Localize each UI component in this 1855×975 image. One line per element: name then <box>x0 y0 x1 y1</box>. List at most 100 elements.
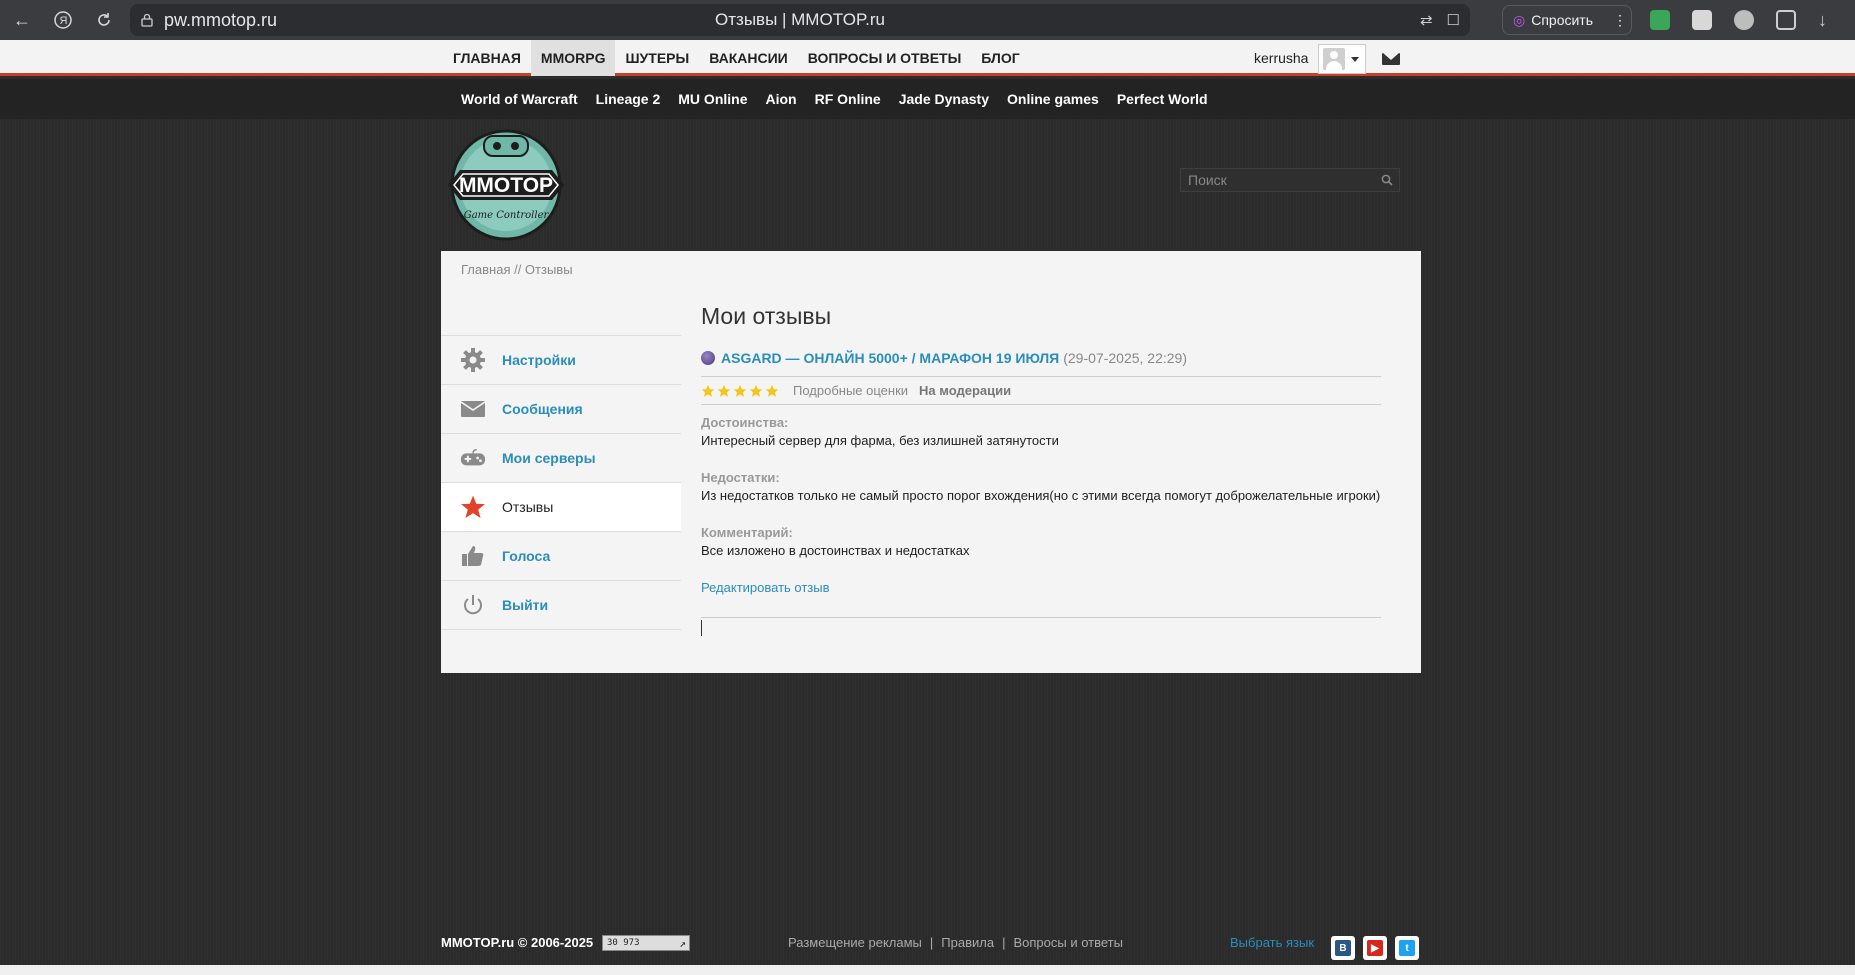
language-selector[interactable]: Выбрать язык <box>1230 935 1314 950</box>
star-icon <box>765 384 779 397</box>
edit-review-link[interactable]: Редактировать отзыв <box>701 580 1381 595</box>
nav-shooters[interactable]: ШУТЕРЫ <box>615 40 699 76</box>
address-bar[interactable]: pw.mmotop.ru Отзывы | MMOTOP.ru ⇄ ☐ <box>130 4 1470 36</box>
rating-row: Подробные оценки На модерации <box>701 377 1381 405</box>
comment-label: Комментарий: <box>701 525 793 540</box>
extensions-icon[interactable] <box>1776 10 1796 30</box>
gamepad-icon <box>460 445 486 471</box>
bottom-strip <box>0 965 1855 975</box>
sidebar-item-label: Отзывы <box>502 499 554 515</box>
game-link-mu-online[interactable]: MU Online <box>669 79 756 119</box>
site-top-nav: ГЛАВНАЯ MMORPG ШУТЕРЫ ВАКАНСИИ ВОПРОСЫ И… <box>0 40 1855 76</box>
browser-toolbar: ← Я pw.mmotop.ru Отзывы | MMOTOP.ru ⇄ ☐ … <box>0 0 1855 40</box>
counter-value: 30 973 <box>607 938 640 948</box>
game-link-aion[interactable]: Aion <box>757 79 806 119</box>
server-icon <box>701 351 715 365</box>
power-icon <box>460 592 486 618</box>
logo-subtext: Game Controller <box>464 210 550 221</box>
url-text: pw.mmotop.ru <box>164 9 278 30</box>
divider <box>701 617 1381 618</box>
lock-icon <box>141 13 153 27</box>
back-button[interactable]: ← <box>0 0 44 40</box>
cons-label: Недостатки: <box>701 470 780 485</box>
pros-text: Интересный сервер для фарма, без излишне… <box>701 433 1059 448</box>
envelope-icon <box>460 396 486 422</box>
reload-button[interactable] <box>82 0 126 40</box>
game-link-wow[interactable]: World of Warcraft <box>452 79 587 119</box>
username[interactable]: kerrusha <box>1254 50 1308 66</box>
comment-text: Все изложено в достоинствах и недостатка… <box>701 543 970 558</box>
server-link[interactable]: ASGARD — ОНЛАЙН 5000+ / МАРАФОН 19 ИЮЛЯ <box>721 350 1059 366</box>
footer-link-ads[interactable]: Размещение рекламы <box>788 935 922 950</box>
translate-icon[interactable]: ⇄ <box>1420 11 1433 29</box>
sidebar-item-reviews[interactable]: Отзывы <box>441 483 681 532</box>
shield-extension-icon[interactable] <box>1650 10 1670 30</box>
sidebar-item-label: Настройки <box>502 352 576 368</box>
star-icon <box>749 384 763 397</box>
more-icon[interactable]: ⋮ <box>1613 12 1627 29</box>
nav-mmorpg[interactable]: MMORPG <box>530 40 616 76</box>
game-link-online-games[interactable]: Online games <box>998 79 1108 119</box>
thumbs-up-icon <box>460 543 486 569</box>
avatar <box>1323 48 1345 70</box>
twitter-button[interactable]: t <box>1395 936 1419 960</box>
download-icon[interactable]: ↓ <box>1818 10 1827 31</box>
footer-link-rules[interactable]: Правила <box>941 935 994 950</box>
star-icon <box>733 384 747 397</box>
detailed-ratings-link[interactable]: Подробные оценки <box>793 383 908 398</box>
search-input[interactable] <box>1181 172 1371 188</box>
game-link-lineage2[interactable]: Lineage 2 <box>587 79 670 119</box>
ask-ai-label: Спросить <box>1531 12 1594 28</box>
ask-ai-button[interactable]: ◎ Спросить ⋮ <box>1502 5 1632 35</box>
star-icon <box>460 494 486 520</box>
sidebar-item-my-servers[interactable]: Мои серверы <box>441 434 681 483</box>
chevron-down-icon <box>1351 56 1359 62</box>
nav-blog[interactable]: БЛОГ <box>971 40 1029 76</box>
star-icon <box>701 384 715 397</box>
logo-text: MMOTOP <box>459 174 553 197</box>
arrow-icon: ↗ <box>679 937 686 950</box>
sidebar-item-label: Голоса <box>502 548 551 564</box>
search-box <box>1180 168 1400 192</box>
game-link-perfect-world[interactable]: Perfect World <box>1108 79 1217 119</box>
page-tab-title: Отзывы | MMOTOP.ru <box>715 10 885 29</box>
bookmark-icon[interactable]: ☐ <box>1447 11 1460 29</box>
footer-links: Размещение рекламы | Правила | Вопросы и… <box>788 935 1123 950</box>
search-icon[interactable] <box>1381 174 1393 186</box>
site-logo[interactable]: MMOTOP Game Controller <box>442 128 570 242</box>
vk-button[interactable]: В <box>1331 936 1355 960</box>
ai-sparkle-icon: ◎ <box>1513 11 1526 28</box>
sidebar-item-settings[interactable]: Настройки <box>441 336 681 385</box>
sidebar-item-messages[interactable]: Сообщения <box>441 385 681 434</box>
review-date: (29-07-2025, 22:29) <box>1063 350 1187 366</box>
star-icon <box>717 384 731 397</box>
youtube-icon: ▶ <box>1367 940 1383 956</box>
vk-icon: В <box>1335 940 1351 956</box>
sidebar-item-logout[interactable]: Выйти <box>441 581 681 630</box>
review-header: ASGARD — ОНЛАЙН 5000+ / МАРАФОН 19 ИЮЛЯ … <box>701 350 1381 377</box>
breadcrumb[interactable]: Главная // Отзывы <box>461 262 573 277</box>
yandex-button[interactable]: Я <box>44 0 82 40</box>
user-menu-button[interactable] <box>1318 44 1366 74</box>
main-panel: Главная // Отзывы Настройки Сообщения Мо… <box>441 251 1421 673</box>
sidebar-item-label: Мои серверы <box>502 450 596 466</box>
store-extension-icon[interactable] <box>1692 10 1712 30</box>
game-link-rf-online[interactable]: RF Online <box>806 79 890 119</box>
game-link-jade-dynasty[interactable]: Jade Dynasty <box>890 79 998 119</box>
mail-icon[interactable] <box>1382 53 1400 65</box>
footer-link-faq[interactable]: Вопросы и ответы <box>1013 935 1122 950</box>
cons-text: Из недостатков только не самый просто по… <box>701 488 1381 503</box>
nav-main[interactable]: ГЛАВНАЯ <box>443 40 531 76</box>
nav-vacancies[interactable]: ВАКАНСИИ <box>699 40 798 76</box>
svg-text:Я: Я <box>60 15 68 27</box>
page-title: Мои отзывы <box>701 303 832 329</box>
nav-faq[interactable]: ВОПРОСЫ И ОТВЕТЫ <box>798 40 972 76</box>
pros-label: Достоинства: <box>701 415 789 430</box>
globe-extension-icon[interactable] <box>1734 10 1754 30</box>
text-cursor <box>701 620 702 636</box>
twitter-icon: t <box>1399 940 1415 956</box>
visit-counter[interactable]: 30 973 ↗ <box>602 935 690 951</box>
sidebar-item-label: Выйти <box>502 597 549 613</box>
sidebar-item-votes[interactable]: Голоса <box>441 532 681 581</box>
youtube-button[interactable]: ▶ <box>1363 936 1387 960</box>
